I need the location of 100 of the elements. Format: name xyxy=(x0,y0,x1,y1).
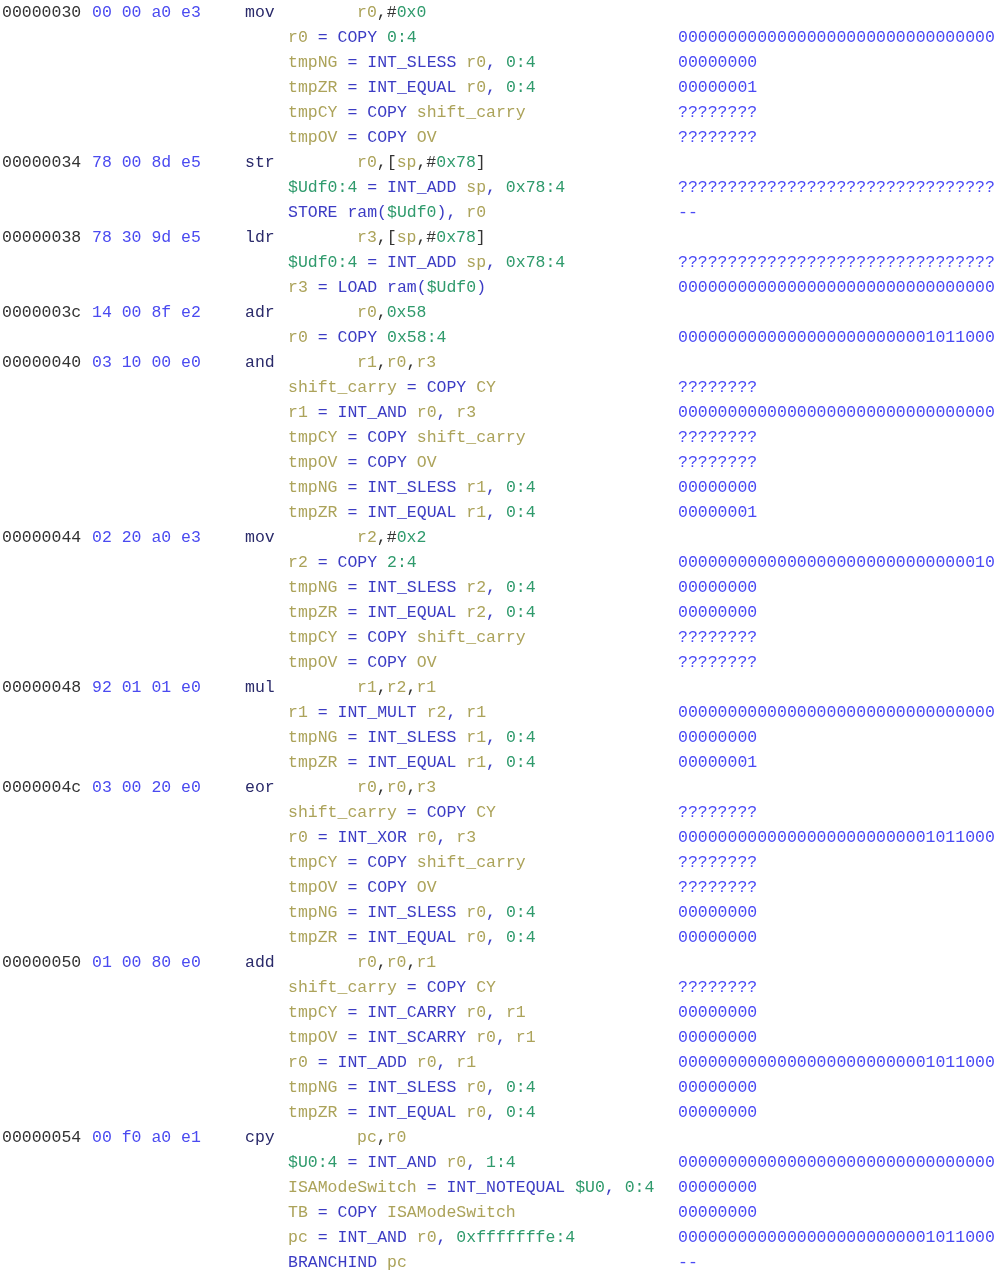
instruction-address: 00000040 xyxy=(2,353,83,372)
instruction-address: 0000003c xyxy=(2,303,83,322)
pcode-line: TB = COPY ISAModeSwitch xyxy=(288,1203,516,1222)
instruction-operands: pc,r0 xyxy=(357,1128,407,1147)
instruction-bytes: 92 01 01 e0 xyxy=(92,678,202,697)
pcode-value: ???????? xyxy=(678,453,758,472)
pcode-line: r0 = COPY 0:4 xyxy=(288,28,417,47)
instruction-bytes: 01 00 80 e0 xyxy=(92,953,202,972)
instruction-operands: r0,r0,r1 xyxy=(357,953,437,972)
pcode-value: ???????? xyxy=(678,428,758,447)
instruction-address: 00000050 xyxy=(2,953,83,972)
pcode-value: 00000000 xyxy=(678,928,758,947)
pcode-value: 00000000000000000000000000000010 xyxy=(678,553,995,572)
pcode-line: tmpNG = INT_SLESS r2, 0:4 xyxy=(288,578,536,597)
pcode-value: ???????? xyxy=(678,803,758,822)
instruction-operands: r0,r0,r3 xyxy=(357,778,437,797)
pcode-line: tmpZR = INT_EQUAL r2, 0:4 xyxy=(288,603,536,622)
pcode-value: 00000000 xyxy=(678,478,758,497)
instruction-address: 0000004c xyxy=(2,778,83,797)
instruction-mnemonic: mov xyxy=(245,3,276,22)
instruction-mnemonic: ldr xyxy=(245,228,276,247)
pcode-value: ???????? xyxy=(678,878,758,897)
pcode-value: 00000000 xyxy=(678,728,758,747)
pcode-line: tmpZR = INT_EQUAL r1, 0:4 xyxy=(288,753,536,772)
pcode-value: 00000000000000000000000000000000 xyxy=(678,703,995,722)
pcode-value: 00000000 xyxy=(678,1028,758,1047)
pcode-line: $Udf0:4 = INT_ADD sp, 0x78:4 xyxy=(288,178,566,197)
instruction-operands: r0,#0x0 xyxy=(357,3,427,22)
pcode-line: r2 = COPY 2:4 xyxy=(288,553,417,572)
instruction-address: 00000054 xyxy=(2,1128,83,1147)
pcode-value: 00000000000000000000000001011000 xyxy=(678,828,995,847)
instruction-operands: r1,r2,r1 xyxy=(357,678,437,697)
instruction-operands: r1,r0,r3 xyxy=(357,353,437,372)
pcode-line: tmpNG = INT_SLESS r0, 0:4 xyxy=(288,903,536,922)
instruction-operands: r2,#0x2 xyxy=(357,528,427,547)
pcode-value: ???????? xyxy=(678,653,758,672)
instruction-mnemonic: eor xyxy=(245,778,276,797)
pcode-line: tmpCY = COPY shift_carry xyxy=(288,628,526,647)
pcode-line: tmpNG = INT_SLESS r0, 0:4 xyxy=(288,1078,536,1097)
pcode-value: 00000000 xyxy=(678,53,758,72)
pcode-value: 00000000 xyxy=(678,578,758,597)
instruction-bytes: 00 00 a0 e3 xyxy=(92,3,202,22)
instruction-operands: r0,0x58 xyxy=(357,303,427,322)
pcode-line: r0 = INT_XOR r0, r3 xyxy=(288,828,477,847)
pcode-value: 00000000000000000000000001011000 xyxy=(678,1053,995,1072)
instruction-bytes: 14 00 8f e2 xyxy=(92,303,202,322)
instruction-bytes: 03 10 00 e0 xyxy=(92,353,202,372)
instruction-mnemonic: cpy xyxy=(245,1128,276,1147)
pcode-value: 00000001 xyxy=(678,78,758,97)
instruction-mnemonic: mul xyxy=(245,678,276,697)
pcode-value: 00000000000000000000000000000000 xyxy=(678,278,995,297)
instruction-address: 00000030 xyxy=(2,3,83,22)
pcode-value: ???????? xyxy=(678,128,758,147)
pcode-line: pc = INT_AND r0, 0xfffffffe:4 xyxy=(288,1228,576,1247)
instruction-bytes: 78 00 8d e5 xyxy=(92,153,202,172)
pcode-line: tmpNG = INT_SLESS r0, 0:4 xyxy=(288,53,536,72)
pcode-line: $Udf0:4 = INT_ADD sp, 0x78:4 xyxy=(288,253,566,272)
pcode-line: tmpZR = INT_EQUAL r1, 0:4 xyxy=(288,503,536,522)
pcode-line: tmpCY = COPY shift_carry xyxy=(288,428,526,447)
pcode-value: 00000001 xyxy=(678,503,758,522)
pcode-line: ISAModeSwitch = INT_NOTEQUAL $U0, 0:4 xyxy=(288,1178,655,1197)
instruction-mnemonic: adr xyxy=(245,303,276,322)
instruction-bytes: 00 f0 a0 e1 xyxy=(92,1128,202,1147)
pcode-value: 00000000000000000000000000000000 xyxy=(678,28,995,47)
instruction-address: 00000044 xyxy=(2,528,83,547)
pcode-line: tmpCY = COPY shift_carry xyxy=(288,853,526,872)
instruction-bytes: 03 00 20 e0 xyxy=(92,778,202,797)
instruction-mnemonic: and xyxy=(245,353,276,372)
instruction-operands: r3,[sp,#0x78] xyxy=(357,228,486,247)
instruction-address: 00000034 xyxy=(2,153,83,172)
pcode-line: $U0:4 = INT_AND r0, 1:4 xyxy=(288,1153,516,1172)
pcode-line: shift_carry = COPY CY xyxy=(288,803,496,822)
instruction-address: 00000038 xyxy=(2,228,83,247)
pcode-value: 00000000000000000000000001011000 xyxy=(678,1228,995,1247)
pcode-value: 00000001 xyxy=(678,753,758,772)
pcode-line: tmpNG = INT_SLESS r1, 0:4 xyxy=(288,728,536,747)
instruction-mnemonic: str xyxy=(245,153,276,172)
pcode-line: r1 = INT_MULT r2, r1 xyxy=(288,703,487,722)
pcode-value: ???????????????????????????????? xyxy=(678,253,995,272)
instruction-bytes: 78 30 9d e5 xyxy=(92,228,202,247)
instruction-operands: r0,[sp,#0x78] xyxy=(357,153,486,172)
pcode-line: r1 = INT_AND r0, r3 xyxy=(288,403,477,422)
pcode-value: 00000000 xyxy=(678,603,758,622)
pcode-value: ???????? xyxy=(678,378,758,397)
pcode-line: tmpOV = COPY OV xyxy=(288,653,437,672)
pcode-line: tmpOV = COPY OV xyxy=(288,878,437,897)
pcode-value: -- xyxy=(678,1253,698,1272)
pcode-value: ???????????????????????????????? xyxy=(678,178,995,197)
pcode-line: shift_carry = COPY CY xyxy=(288,978,496,997)
pcode-value: 00000000 xyxy=(678,1078,758,1097)
instruction-mnemonic: add xyxy=(245,953,276,972)
pcode-value: 00000000000000000000000001011000 xyxy=(678,328,995,347)
pcode-line: tmpZR = INT_EQUAL r0, 0:4 xyxy=(288,928,536,947)
pcode-value: ???????? xyxy=(678,628,758,647)
pcode-value: -- xyxy=(678,203,698,222)
pcode-line: tmpOV = COPY OV xyxy=(288,128,437,147)
pcode-line: shift_carry = COPY CY xyxy=(288,378,496,397)
pcode-value: ???????? xyxy=(678,103,758,122)
instruction-address: 00000048 xyxy=(2,678,83,697)
pcode-value: ???????? xyxy=(678,978,758,997)
